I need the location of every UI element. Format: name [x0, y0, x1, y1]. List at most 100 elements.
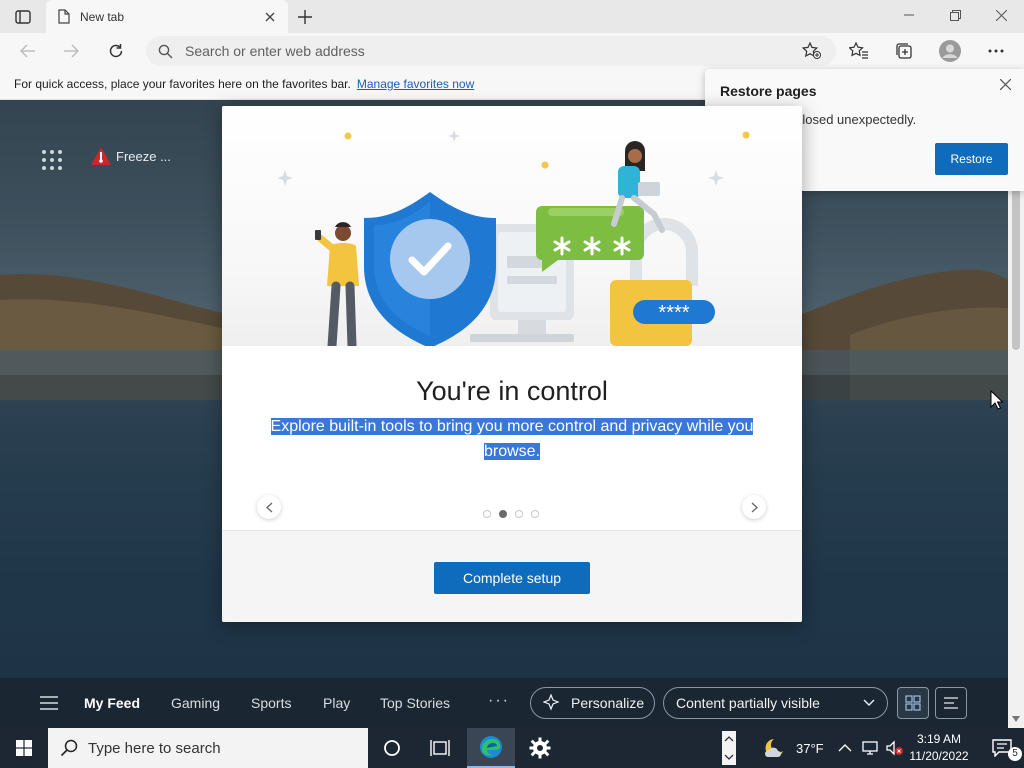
restore-button[interactable]: Restore: [935, 143, 1008, 175]
clock-time: 3:19 AM: [916, 732, 962, 746]
task-view-button[interactable]: [416, 728, 464, 768]
pager-dot[interactable]: [483, 510, 491, 518]
pager-dot[interactable]: [515, 510, 523, 518]
collections-button[interactable]: [888, 36, 920, 66]
add-favorite-button[interactable]: [796, 36, 828, 66]
tab-actions-icon: [15, 10, 31, 24]
next-slide-button[interactable]: [742, 495, 766, 519]
restore-title: Restore pages: [720, 83, 817, 99]
dialog-title: You're in control: [416, 376, 608, 406]
network-icon: [862, 741, 878, 755]
address-bar[interactable]: Search or enter web address: [146, 36, 836, 66]
feed-tab-my-feed[interactable]: My Feed: [84, 678, 140, 728]
pager-dot-active[interactable]: [499, 510, 507, 518]
dialog-footer: Complete setup: [222, 530, 802, 622]
personalize-label: Personalize: [571, 695, 645, 711]
chevron-up-down-icon: [722, 731, 736, 765]
personalize-button[interactable]: Personalize: [530, 687, 655, 719]
hamburger-menu-icon[interactable]: [40, 695, 58, 711]
task-view-icon: [430, 740, 450, 756]
settings-more-button[interactable]: [980, 36, 1012, 66]
chevron-down-icon: [863, 699, 875, 706]
cortana-button[interactable]: [368, 728, 416, 768]
slide-pager: [483, 510, 539, 518]
refresh-icon: [109, 44, 123, 58]
new-tab-button[interactable]: [292, 5, 318, 29]
feed-navigation-bar: My Feed Gaming Sports Play Top Stories ·…: [0, 678, 1008, 728]
weather-alert-label: Freeze ...: [116, 148, 171, 164]
restore-window-icon: [949, 9, 961, 21]
action-center-button[interactable]: 5: [980, 728, 1024, 768]
taskbar-search-placeholder: Type here to search: [88, 739, 221, 757]
apps-grid-icon[interactable]: [40, 148, 64, 172]
feed-more-button[interactable]: ···: [488, 692, 510, 710]
back-arrow-icon: [20, 44, 35, 58]
dialog-subtitle-text: Explore built-in tools to bring you more…: [270, 418, 754, 460]
address-toolbar: Search or enter web address: [0, 33, 1024, 69]
personalize-sparkle-icon: [543, 694, 560, 711]
clock-date: 11/20/2022: [909, 749, 969, 763]
refresh-button[interactable]: [101, 36, 131, 66]
volume-tray-icon[interactable]: [886, 728, 904, 768]
restore-close-button[interactable]: [994, 73, 1016, 95]
privacy-illustration-art: ****: [277, 130, 750, 351]
manage-favorites-link[interactable]: Manage favorites now: [357, 77, 474, 91]
restore-window-button[interactable]: [932, 0, 978, 30]
close-icon: [999, 78, 1011, 90]
pager-dot[interactable]: [531, 510, 539, 518]
taskbar-search-box[interactable]: Type here to search: [48, 728, 368, 768]
tab-title: New tab: [80, 9, 125, 24]
close-icon: [265, 12, 275, 21]
feed-tab-top-stories[interactable]: Top Stories: [380, 678, 450, 728]
window-controls: [886, 0, 1024, 30]
back-button[interactable]: [13, 36, 43, 66]
taskbar-scroll-controls[interactable]: [722, 728, 736, 768]
close-window-icon: [995, 9, 1007, 21]
chevron-right-icon: [751, 502, 758, 512]
edge-taskbar-button[interactable]: [467, 728, 515, 768]
list-layout-button[interactable]: [935, 687, 967, 719]
favorites-button[interactable]: [843, 36, 875, 66]
profile-button[interactable]: [934, 36, 966, 66]
minimize-button[interactable]: [886, 0, 932, 30]
avatar-icon: [939, 40, 961, 62]
start-button[interactable]: [0, 728, 48, 768]
feed-tab-play[interactable]: Play: [323, 678, 350, 728]
content-visibility-dropdown[interactable]: Content partially visible: [663, 687, 888, 719]
show-hidden-icons-button[interactable]: [838, 728, 852, 768]
weather-alert-chip[interactable]: Freeze ...: [90, 146, 171, 166]
scroll-down-arrow-icon[interactable]: [1012, 716, 1020, 722]
weather-widget[interactable]: 37°F: [760, 728, 824, 768]
feed-tab-gaming[interactable]: Gaming: [171, 678, 220, 728]
onboarding-dialog: **** You're in control Explore built-in …: [222, 106, 802, 622]
forward-button[interactable]: [56, 36, 86, 66]
more-horizontal-icon: [988, 49, 1004, 53]
tab-close-button[interactable]: [260, 7, 280, 27]
previous-slide-button[interactable]: [257, 495, 281, 519]
weather-moon-cloud-icon: [765, 739, 783, 757]
system-clock[interactable]: 3:19 AM 11/20/2022: [906, 731, 972, 765]
freeze-warning-icon: [91, 147, 111, 165]
chevron-left-icon: [265, 502, 272, 512]
forward-arrow-icon: [64, 44, 79, 58]
weather-temperature: 37°F: [796, 740, 824, 756]
feed-tab-sports[interactable]: Sports: [251, 678, 291, 728]
favorites-list-icon: [849, 42, 868, 59]
grid-layout-button[interactable]: [897, 687, 929, 719]
restore-message: e closed unexpectedly.: [785, 112, 917, 127]
complete-setup-button[interactable]: Complete setup: [434, 562, 590, 594]
minimize-icon: [904, 14, 914, 16]
password-dots: ****: [658, 302, 689, 324]
settings-taskbar-button[interactable]: [516, 728, 564, 768]
network-tray-icon[interactable]: [862, 728, 880, 768]
favorites-prompt: For quick access, place your favorites h…: [14, 77, 351, 91]
tab-new-tab[interactable]: New tab: [46, 0, 288, 33]
privacy-illustration: ****: [222, 106, 802, 351]
chevron-up-icon: [838, 744, 852, 752]
page-icon: [58, 9, 70, 24]
tab-actions-button[interactable]: [8, 6, 38, 28]
cortana-circle-icon: [384, 740, 400, 756]
mouse-cursor-icon: [990, 390, 1004, 410]
content-visibility-label: Content partially visible: [676, 695, 820, 711]
close-window-button[interactable]: [978, 0, 1024, 30]
